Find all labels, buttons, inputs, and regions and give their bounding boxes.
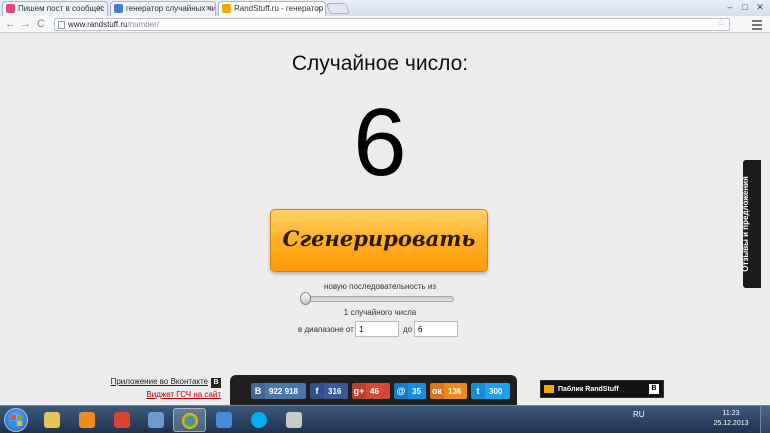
media-player-icon	[79, 412, 95, 428]
share-count: 46	[370, 387, 379, 396]
browser-toolbar: ← → C www.randstuff.ru/number/ ☆	[0, 16, 770, 33]
tab-favicon	[114, 4, 123, 13]
taskbar-app8[interactable]	[140, 408, 173, 432]
chrome-icon	[182, 413, 198, 429]
randstuff-logo-icon	[544, 385, 554, 393]
tab-label: Пишем пост в сообщес	[18, 4, 105, 13]
count-slider-thumb[interactable]	[300, 292, 311, 305]
window-controls: – □ ✕	[723, 1, 767, 13]
vk-icon: В	[649, 384, 659, 394]
odnoklassniki-icon: ок	[430, 383, 444, 399]
language-indicator[interactable]: RU	[633, 410, 645, 419]
maximize-button[interactable]: □	[738, 1, 752, 13]
tab-favicon	[222, 4, 231, 13]
range-to-label: до	[403, 325, 413, 334]
url-host: www.randstuff.ru	[68, 20, 128, 29]
count-label: 1 случайного числа	[343, 308, 417, 317]
share-vk-button[interactable]: В 922 918	[251, 383, 306, 399]
sequence-label: новую последовательность из	[323, 282, 437, 291]
generate-button[interactable]: Сгенерировать	[270, 209, 488, 272]
share-count: 136	[448, 387, 462, 396]
taskbar-skype[interactable]	[243, 408, 276, 432]
vk-icon: В	[251, 383, 265, 399]
start-button[interactable]	[4, 408, 28, 432]
taskbar-media-player[interactable]	[71, 408, 104, 432]
share-facebook-button[interactable]: f 316	[310, 383, 348, 399]
range-to-input[interactable]	[414, 321, 458, 337]
address-bar[interactable]: www.randstuff.ru/number/ ☆	[54, 18, 730, 31]
app-icon	[286, 412, 302, 428]
tab-strip: Пишем пост в сообщес ✕ генератор случайн…	[0, 0, 770, 16]
close-window-button[interactable]: ✕	[753, 1, 767, 13]
page-icon	[58, 21, 65, 29]
close-icon[interactable]: ✕	[205, 2, 212, 15]
twitter-icon: t	[471, 383, 485, 399]
vk-app-link[interactable]: Приложение во Вконтакте В	[111, 377, 221, 388]
share-count: 316	[328, 387, 342, 396]
facebook-icon: f	[310, 383, 324, 399]
share-count: 922 918	[269, 387, 298, 396]
share-bar: В 922 918 f 316 g+ 46 @35 ок 136 t 300	[230, 375, 517, 405]
range-from-label: в диапазоне от	[298, 325, 354, 334]
tab-label: генератор случайных чи	[126, 4, 216, 13]
vk-app-link-text: Приложение во Вконтакте	[110, 377, 208, 386]
show-desktop-button[interactable]	[760, 406, 770, 433]
taskbar-explorer[interactable]	[36, 408, 69, 432]
page-content: Случайное число: 6 Сгенерировать новую п…	[0, 34, 770, 405]
app-icon	[216, 412, 232, 428]
close-icon[interactable]: ✕	[315, 2, 322, 15]
publik-randstuff-button[interactable]: Паблик RandStuff В	[540, 380, 664, 398]
tab-randstuff[interactable]: RandStuff.ru - генератор ✕	[218, 1, 326, 16]
share-twitter-button[interactable]: t 300	[471, 383, 510, 399]
tab-generator-search[interactable]: генератор случайных чи ✕	[110, 1, 216, 16]
url-path: /number/	[127, 20, 160, 29]
share-count: 300	[489, 387, 503, 396]
random-number-result: 6	[353, 89, 407, 196]
share-odnoklassniki-button[interactable]: ок 136	[430, 383, 467, 399]
count-slider-track[interactable]	[302, 296, 454, 302]
feedback-label: Отзывы и предложения	[741, 176, 750, 272]
minimize-button[interactable]: –	[723, 1, 737, 13]
bookmark-star-icon[interactable]: ☆	[717, 18, 726, 29]
forward-button[interactable]: →	[20, 18, 31, 31]
windows-logo-icon	[11, 415, 22, 426]
clock-time: 11:23	[722, 410, 740, 417]
range-from-input[interactable]	[355, 321, 399, 337]
tab-label: RandStuff.ru - генератор	[234, 4, 324, 13]
vk-icon: В	[211, 378, 221, 388]
app-icon	[148, 412, 164, 428]
folder-icon	[44, 412, 60, 428]
tab-vk-post[interactable]: Пишем пост в сообщес ✕	[2, 1, 108, 16]
publik-label: Паблик RandStuff	[558, 386, 619, 393]
back-button[interactable]: ←	[5, 18, 16, 31]
taskbar-app3[interactable]	[106, 408, 139, 432]
taskbar-app7[interactable]	[278, 408, 311, 432]
app-icon	[114, 412, 130, 428]
taskbar-chrome[interactable]	[173, 408, 206, 432]
google-plus-icon: g+	[352, 383, 366, 399]
clock-date: 25.12.2013	[713, 420, 749, 427]
browser-menu-icon[interactable]	[752, 20, 762, 32]
taskbar-app5[interactable]	[208, 408, 241, 432]
share-google-plus-button[interactable]: g+ 46	[352, 383, 390, 399]
new-tab-button[interactable]	[325, 3, 351, 14]
page-title: Случайное число:	[291, 52, 469, 75]
skype-icon	[251, 412, 267, 428]
feedback-tab[interactable]: Отзывы и предложения	[741, 160, 761, 288]
share-count: 35	[412, 387, 421, 396]
mail-icon: @	[394, 383, 408, 399]
taskbar: RU 11:23 25.12.2013	[0, 405, 770, 433]
tab-favicon	[6, 4, 15, 13]
share-mail-button[interactable]: @35	[394, 383, 426, 399]
clock[interactable]: 11:23 25.12.2013	[706, 409, 756, 429]
reload-button[interactable]: C	[37, 18, 45, 31]
widget-link[interactable]: Виджет ГСЧ на сайт	[146, 390, 221, 399]
close-icon[interactable]: ✕	[97, 2, 104, 15]
